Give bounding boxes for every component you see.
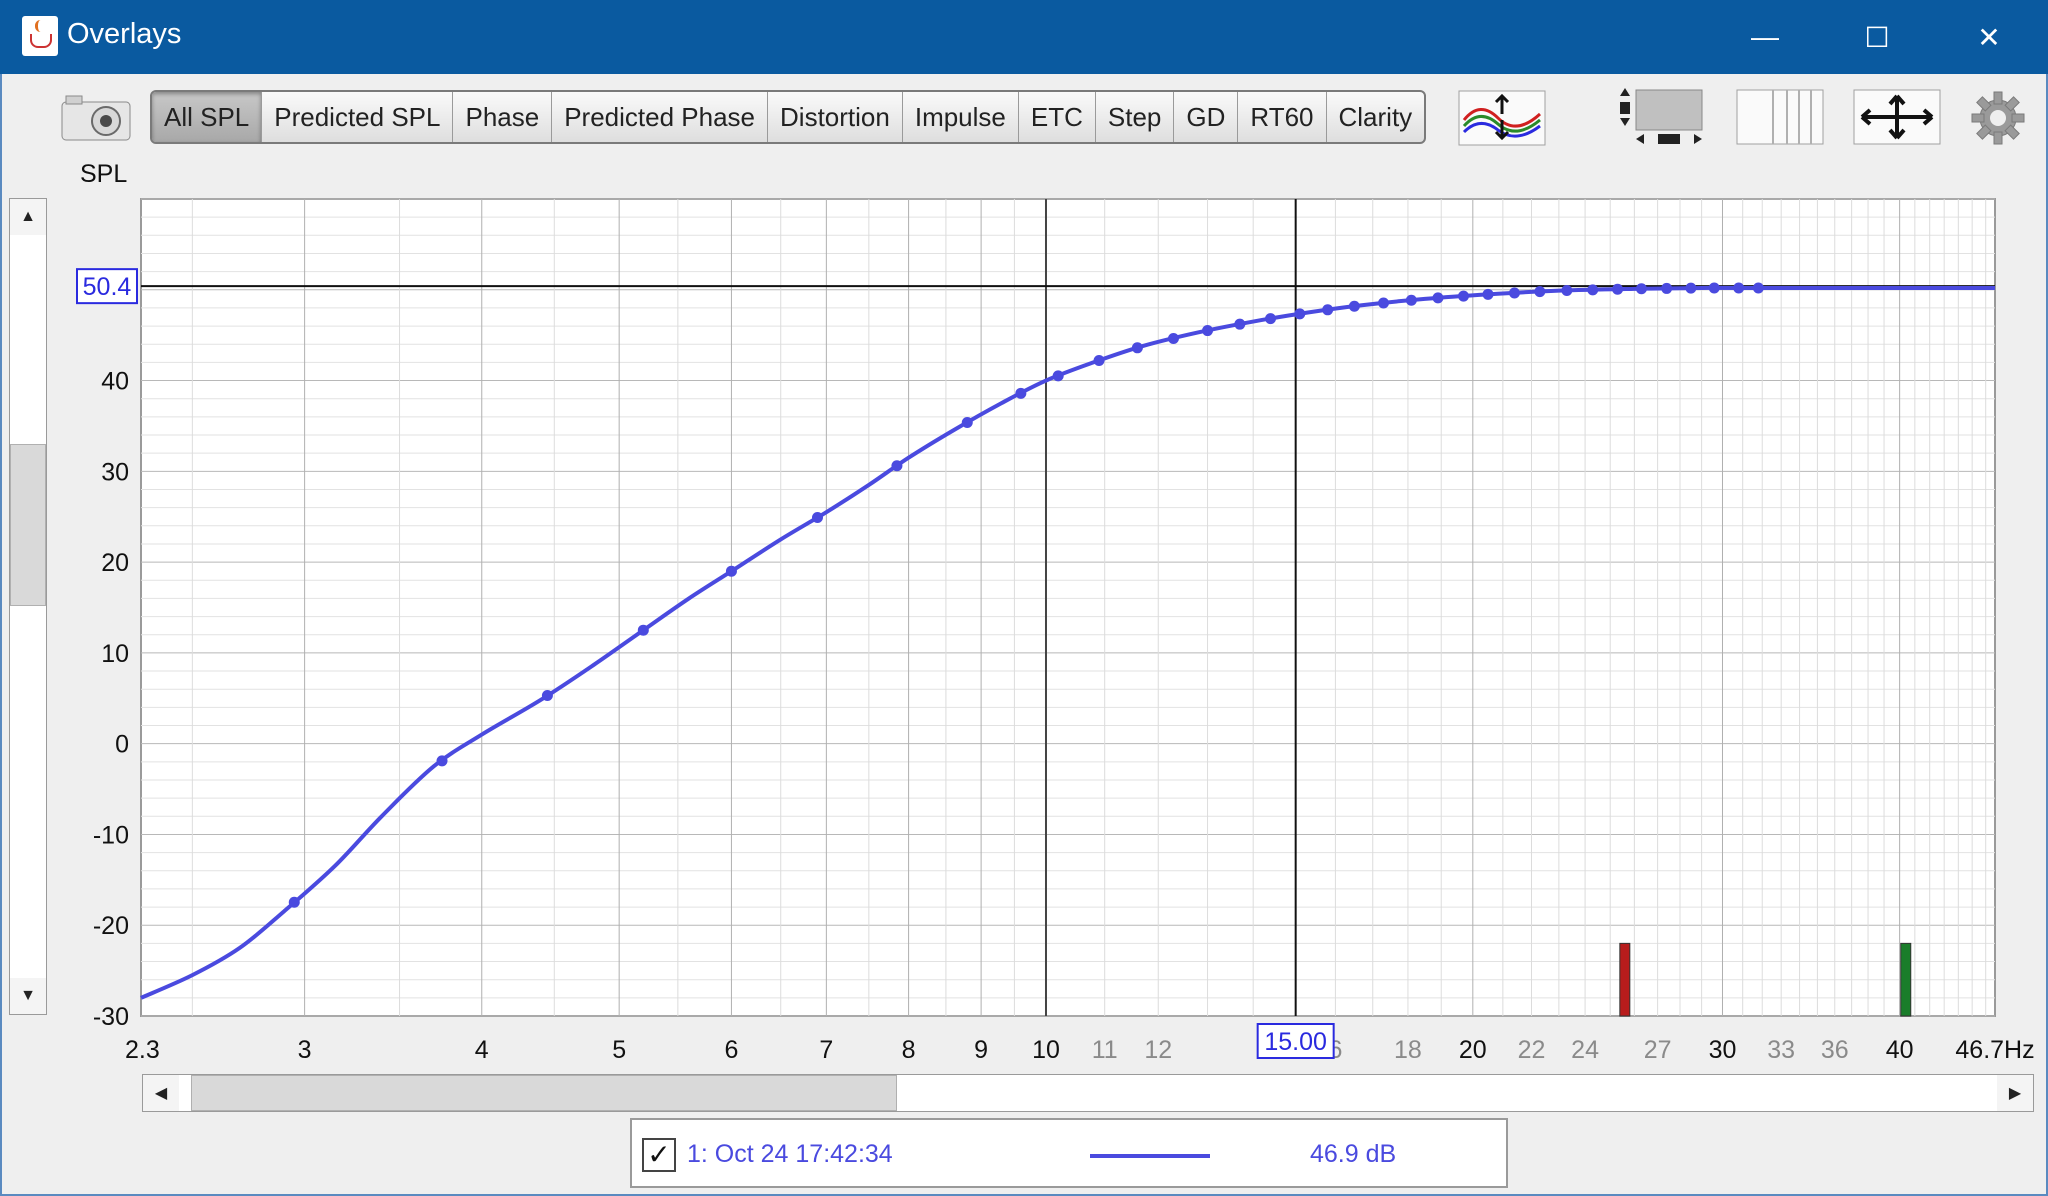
x-tick-label: 46.7Hz — [1955, 1036, 2034, 1064]
trace-point — [637, 624, 649, 636]
x-tick-label: 5 — [612, 1036, 626, 1064]
trace-point — [436, 755, 448, 767]
x-tick-label: 8 — [902, 1036, 916, 1064]
y-tick-label: -10 — [93, 821, 129, 849]
trace-point — [1612, 283, 1624, 295]
measurement-line-swatch — [1090, 1154, 1210, 1158]
horizontal-scroll-thumb[interactable] — [191, 1075, 897, 1111]
marker-bar-2 — [1900, 942, 1912, 1017]
y-tick-label: 20 — [101, 549, 129, 577]
trace-point — [1685, 282, 1697, 294]
x-tick-label: 11 — [1092, 1036, 1118, 1064]
trace-point — [1508, 287, 1520, 299]
cursor-x-readout: 15.00 — [1256, 1023, 1335, 1059]
x-tick-label: 20 — [1459, 1036, 1487, 1064]
x-tick-label: 24 — [1571, 1036, 1599, 1064]
trace-point — [961, 416, 973, 428]
y-tick-label: -20 — [93, 912, 129, 940]
trace-point — [725, 565, 737, 577]
x-tick-label: 6 — [724, 1036, 738, 1064]
trace-point — [1534, 286, 1546, 298]
legend-panel: ✓ 1: Oct 24 17:42:34 46.9 dB — [630, 1118, 1508, 1188]
x-tick-label: 7 — [819, 1036, 833, 1064]
y-tick-label: 30 — [101, 458, 129, 486]
measurement-cursor-value: 46.9 dB — [1310, 1140, 1397, 1168]
trace-point — [1587, 284, 1599, 296]
trace-point — [1234, 318, 1246, 330]
y-tick-label: 40 — [101, 368, 129, 396]
scroll-left-icon[interactable]: ◀ — [143, 1075, 179, 1111]
trace-point — [1202, 325, 1214, 337]
y-tick-label: -30 — [93, 1003, 129, 1031]
trace-point — [1167, 332, 1179, 344]
trace-point — [541, 689, 553, 701]
measurement-name[interactable]: 1: Oct 24 17:42:34 — [687, 1140, 893, 1169]
cursor-y-value: 50.4 — [83, 273, 132, 301]
x-tick-label: 30 — [1709, 1036, 1737, 1064]
x-tick-label: 27 — [1644, 1036, 1672, 1064]
x-tick-label: 22 — [1518, 1036, 1546, 1064]
x-tick-label: 40 — [1886, 1036, 1914, 1064]
x-tick-label: 18 — [1394, 1036, 1422, 1064]
measurement-visible-checkbox[interactable]: ✓ — [642, 1138, 676, 1172]
x-tick-label: 2.3 — [125, 1036, 160, 1064]
marker-bar-1 — [1619, 942, 1631, 1017]
trace-point — [1131, 342, 1143, 354]
trace-point — [1015, 387, 1027, 399]
y-tick-label: 10 — [101, 640, 129, 668]
trace-point — [288, 896, 300, 908]
trace-point — [1661, 282, 1673, 294]
spl-chart[interactable]: 403020100-10-20-302.3 3 4 5 6 7 8 9 10 11 12 6 18 20 2… — [0, 0, 2048, 1070]
plot-area — [140, 198, 1996, 1017]
x-tick-label: 9 — [974, 1036, 988, 1064]
trace-point — [1322, 304, 1334, 316]
trace-point — [1052, 370, 1064, 382]
cursor-y-readout: 50.4 — [76, 268, 138, 305]
x-tick-label: 4 — [475, 1036, 489, 1064]
x-tick-label: 3 — [298, 1036, 312, 1064]
trace-point — [1265, 313, 1277, 325]
trace-point — [1294, 308, 1306, 320]
trace-point — [1405, 294, 1417, 306]
cursor-x-value: 15.00 — [1264, 1028, 1327, 1056]
y-tick-label: 0 — [115, 731, 129, 759]
trace-point — [1093, 355, 1105, 367]
x-tick-label: 12 — [1144, 1036, 1172, 1064]
trace-point — [1561, 284, 1573, 296]
x-tick-label: 33 — [1767, 1036, 1795, 1064]
trace-point — [1708, 282, 1720, 294]
trace-point — [1635, 283, 1647, 295]
trace-point — [811, 511, 823, 523]
trace-point — [1733, 282, 1745, 294]
trace-point — [1482, 288, 1494, 300]
horizontal-scrollbar[interactable]: ◀ ▶ — [142, 1074, 2034, 1112]
trace-point — [1348, 300, 1360, 312]
x-tick-label: 10 — [1032, 1036, 1060, 1064]
trace-point — [1752, 282, 1764, 294]
x-tick-label: 36 — [1821, 1036, 1849, 1064]
trace-point — [891, 460, 903, 472]
trace-point — [1458, 290, 1470, 302]
trace-point — [1378, 297, 1390, 309]
scroll-right-icon[interactable]: ▶ — [1997, 1075, 2033, 1111]
trace-point — [1432, 292, 1444, 304]
